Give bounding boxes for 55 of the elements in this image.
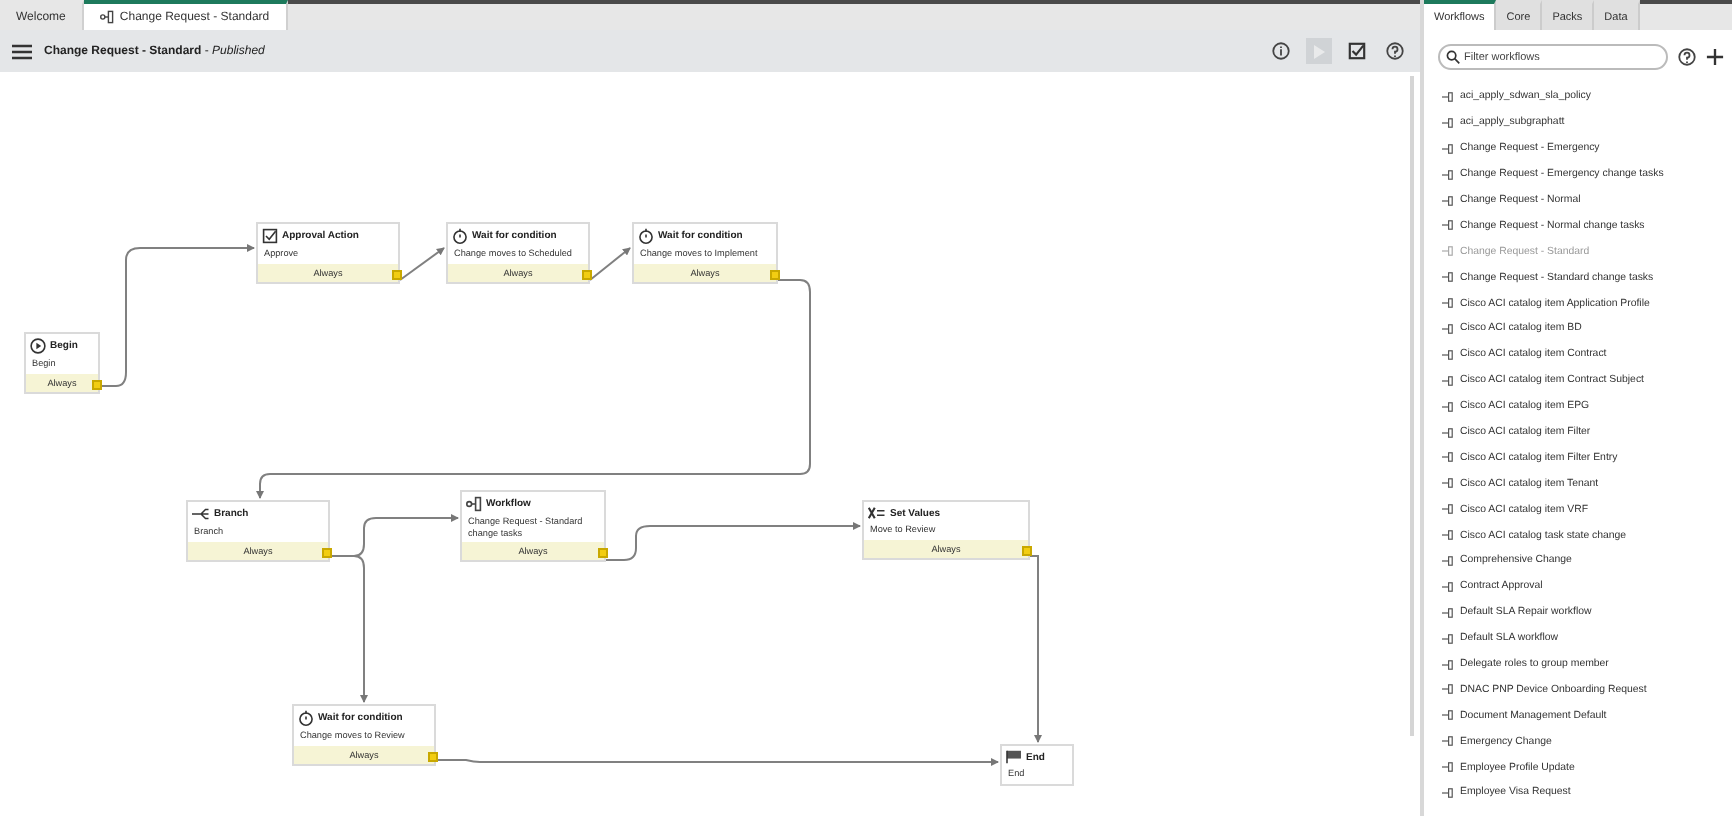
workflow-icon — [1442, 736, 1454, 747]
workflow-icon — [1442, 195, 1454, 205]
output-port[interactable] — [1022, 545, 1032, 556]
workflow-icon — [99, 10, 114, 24]
workflow-icon — [1442, 91, 1454, 102]
workflow-icon — [1442, 787, 1454, 798]
workflow-icon — [1442, 478, 1454, 489]
stopwatch-icon — [452, 228, 468, 244]
add-icon[interactable] — [1706, 48, 1724, 66]
workflow-icon — [1442, 169, 1454, 180]
help-icon[interactable] — [1382, 38, 1408, 64]
workflow-icon — [1442, 607, 1454, 618]
workflow-icon — [1442, 710, 1454, 721]
workflow-icon — [1442, 762, 1454, 773]
workflow-icon — [1442, 117, 1454, 128]
workflow-icon — [1442, 504, 1454, 515]
output-port[interactable] — [92, 379, 102, 390]
workflow-icon — [1442, 659, 1454, 670]
info-icon[interactable] — [1268, 38, 1294, 64]
workflow-icon — [1442, 401, 1454, 412]
output-port[interactable] — [392, 269, 402, 280]
output-port[interactable] — [598, 548, 608, 559]
workflow-icon — [1442, 246, 1454, 257]
checkbox-icon — [262, 228, 278, 244]
search-icon — [1446, 50, 1460, 64]
workflow-icon — [1442, 452, 1454, 463]
workflow-icon — [1442, 220, 1454, 231]
workflow-icon — [1442, 375, 1454, 386]
output-port[interactable] — [322, 547, 332, 558]
variable-icon — [868, 506, 886, 520]
menu-icon[interactable] — [12, 43, 32, 59]
stopwatch-icon — [638, 228, 654, 244]
output-port[interactable] — [428, 751, 438, 762]
stopwatch-icon — [298, 710, 314, 726]
flag-icon — [1006, 750, 1022, 764]
workflow-icon — [1442, 555, 1454, 566]
checkbox-icon[interactable] — [1344, 38, 1370, 64]
play-icon — [1312, 43, 1326, 59]
workflow-icon — [466, 496, 482, 512]
output-port[interactable] — [770, 269, 780, 280]
workflow-icon — [1442, 427, 1454, 438]
branch-icon — [192, 506, 210, 522]
scrollbar[interactable] — [1410, 76, 1414, 736]
workflow-icon — [1442, 581, 1454, 592]
workflow-icon — [1442, 143, 1454, 154]
workflow-icon — [1442, 530, 1454, 541]
help-icon[interactable] — [1678, 48, 1696, 66]
play-icon — [30, 338, 46, 354]
workflow-icon — [1442, 349, 1454, 360]
workflow-icon — [1442, 633, 1454, 644]
workflow-icon — [1442, 298, 1454, 309]
workflow-icon — [1442, 323, 1454, 334]
workflow-icon — [1442, 684, 1454, 695]
output-port[interactable] — [582, 269, 592, 280]
workflow-icon — [1442, 272, 1454, 283]
